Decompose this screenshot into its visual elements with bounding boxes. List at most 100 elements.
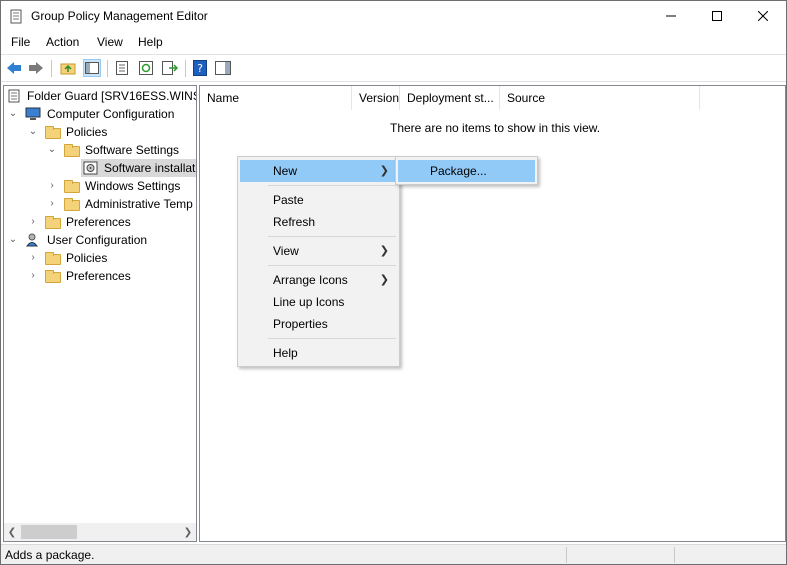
tree-item-label: Policies <box>66 125 108 139</box>
menu-item-new[interactable]: New ❯ <box>240 160 397 182</box>
toolbar: ? <box>1 54 786 82</box>
close-icon <box>758 11 768 21</box>
back-button[interactable] <box>5 59 23 77</box>
chevron-right-icon[interactable]: › <box>28 213 38 231</box>
status-text: Adds a package. <box>5 548 95 562</box>
tree-item-computer-configuration[interactable]: ⌄ Computer Configuration <box>4 105 196 123</box>
tree-item-uc-policies[interactable]: › Policies <box>4 249 196 267</box>
tree-item-cc-policies[interactable]: ⌄ Policies <box>4 123 196 141</box>
tree-item-administrative-templates[interactable]: › Administrative Temp <box>4 195 196 213</box>
scroll-right-icon[interactable]: ❯ <box>180 523 196 541</box>
submenu-arrow-icon: ❯ <box>379 274 389 286</box>
tree-horizontal-scrollbar[interactable]: ❮ ❯ <box>4 523 196 541</box>
context-menu: New ❯ Paste Refresh View ❯ Arrange Icons… <box>237 156 400 367</box>
tree-item-label: Preferences <box>66 215 131 229</box>
tree-item-label: Windows Settings <box>85 179 181 193</box>
status-separator <box>674 547 675 563</box>
tree-item-label: Computer Configuration <box>47 107 175 121</box>
chevron-right-icon[interactable]: › <box>47 177 57 195</box>
menu-bar: File Action View Help <box>1 32 786 53</box>
menu-item-help[interactable]: Help <box>240 342 397 364</box>
gpo-editor-app-icon <box>10 9 22 24</box>
chevron-down-icon[interactable]: ⌄ <box>8 231 18 249</box>
tree-item-label: Policies <box>66 251 108 265</box>
tree-item-windows-settings[interactable]: › Windows Settings <box>4 177 196 195</box>
menu-item-label: Arrange Icons <box>273 273 348 287</box>
menu-item-refresh[interactable]: Refresh <box>240 211 397 233</box>
tree-item-software-settings[interactable]: ⌄ Software Settings <box>4 141 196 159</box>
tree-pane: Folder Guard [SRV16ESS.WINSO ⌄ Computer … <box>3 85 197 542</box>
menu-action[interactable]: Action <box>46 35 79 49</box>
scroll-left-icon[interactable]: ❮ <box>4 523 20 541</box>
menu-item-properties[interactable]: Properties <box>240 313 397 335</box>
back-icon <box>7 62 21 74</box>
folder-icon <box>64 180 80 193</box>
export-list-button[interactable] <box>161 59 179 77</box>
refresh-button[interactable] <box>137 59 155 77</box>
menu-separator <box>268 185 396 186</box>
tree-item-label: Preferences <box>66 269 131 283</box>
menu-item-label: New <box>273 164 298 178</box>
tree-item-user-configuration[interactable]: ⌄ User Configuration <box>4 231 196 249</box>
show-hide-tree-button[interactable] <box>83 59 101 77</box>
tree-item-root[interactable]: Folder Guard [SRV16ESS.WINSO <box>4 87 196 105</box>
chevron-right-icon[interactable]: › <box>47 195 57 213</box>
chevron-down-icon[interactable]: ⌄ <box>47 141 57 159</box>
tree-item-label: Administrative Temp <box>85 197 193 211</box>
close-button[interactable] <box>740 1 786 31</box>
menu-item-view[interactable]: View ❯ <box>240 240 397 262</box>
tree-item-uc-preferences[interactable]: › Preferences <box>4 267 196 285</box>
menu-file[interactable]: File <box>11 35 30 49</box>
minimize-icon <box>666 15 676 17</box>
menu-item-label: Refresh <box>273 215 316 229</box>
new-submenu: Package... <box>395 156 538 185</box>
chevron-right-icon[interactable]: › <box>28 249 38 267</box>
folder-icon <box>45 216 61 229</box>
menu-item-arrange-icons[interactable]: Arrange Icons ❯ <box>240 269 397 291</box>
column-header-name[interactable]: Name <box>200 86 352 110</box>
tree-item-cc-preferences[interactable]: › Preferences <box>4 213 196 231</box>
tree-item-label: User Configuration <box>47 233 148 247</box>
status-separator <box>566 547 567 563</box>
forward-icon <box>29 62 43 74</box>
window-title: Group Policy Management Editor <box>31 9 208 23</box>
help-button[interactable]: ? <box>191 59 209 77</box>
chevron-right-icon[interactable]: › <box>28 267 38 285</box>
menu-item-line-up-icons[interactable]: Line up Icons <box>240 291 397 313</box>
help-icon: ? <box>193 60 207 76</box>
menu-item-package[interactable]: Package... <box>398 160 535 182</box>
user-icon <box>26 233 38 247</box>
column-header-source[interactable]: Source <box>500 86 700 110</box>
properties-icon <box>116 61 128 75</box>
menu-item-label: Help <box>273 346 298 360</box>
maximize-icon <box>712 11 722 21</box>
computer-icon <box>25 107 41 120</box>
maximize-button[interactable] <box>694 1 740 31</box>
minimize-button[interactable] <box>648 1 694 31</box>
scrollbar-thumb[interactable] <box>21 525 77 539</box>
show-hide-tree-icon <box>85 62 99 74</box>
export-list-icon <box>162 61 178 75</box>
submenu-arrow-icon: ❯ <box>379 245 389 257</box>
gpo-scroll-icon <box>8 89 20 103</box>
chevron-down-icon[interactable]: ⌄ <box>28 123 38 141</box>
status-bar: Adds a package. <box>1 544 786 564</box>
up-folder-button[interactable] <box>59 59 77 77</box>
column-header-deployment-state[interactable]: Deployment st... <box>400 86 500 110</box>
column-header-version[interactable]: Version <box>352 86 400 110</box>
menu-help[interactable]: Help <box>138 35 163 49</box>
tree-item-label: Software Settings <box>85 143 180 157</box>
tree-item-label: Software installat <box>104 161 196 175</box>
menu-item-label: View <box>273 244 299 258</box>
chevron-down-icon[interactable]: ⌄ <box>8 105 18 123</box>
menu-item-label: Package... <box>430 164 487 178</box>
show-hide-action-pane-button[interactable] <box>214 59 232 77</box>
menu-item-paste[interactable]: Paste <box>240 189 397 211</box>
forward-button[interactable] <box>27 59 45 77</box>
toolbar-separator <box>107 60 108 77</box>
menu-separator <box>268 236 396 237</box>
menu-view[interactable]: View <box>97 35 123 49</box>
tree-item-software-installation[interactable]: Software installat <box>81 159 196 177</box>
properties-button[interactable] <box>113 59 131 77</box>
title-bar: Group Policy Management Editor <box>1 1 786 31</box>
